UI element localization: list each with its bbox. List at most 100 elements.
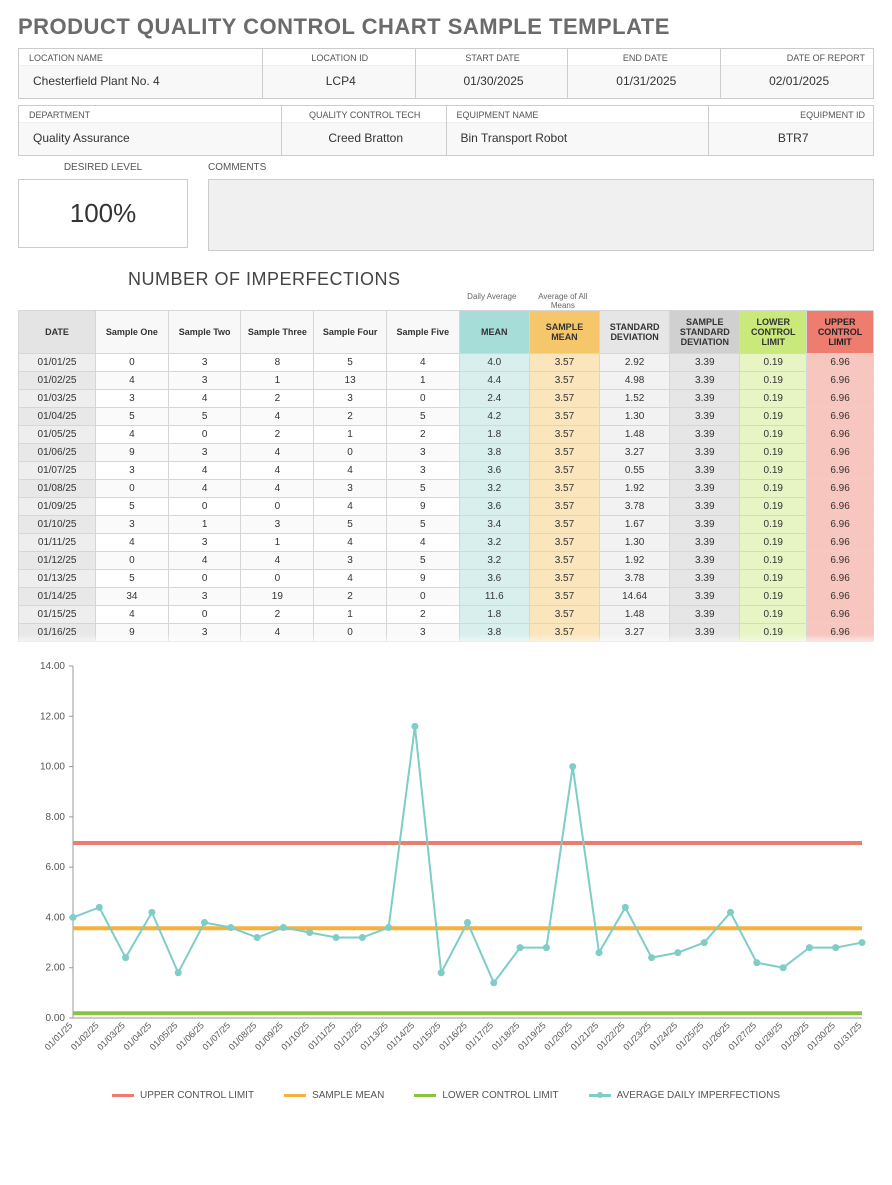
table-cell[interactable]: 2 — [314, 408, 387, 426]
table-cell[interactable]: 6.96 — [807, 462, 874, 480]
table-cell[interactable]: 19 — [241, 588, 314, 606]
table-cell[interactable]: 3.2 — [459, 552, 529, 570]
table-cell[interactable]: 2 — [241, 390, 314, 408]
table-cell[interactable]: 13 — [314, 372, 387, 390]
report-date-value[interactable]: 02/01/2025 — [721, 65, 873, 98]
table-cell[interactable]: 6.96 — [807, 408, 874, 426]
table-cell[interactable]: 6.96 — [807, 444, 874, 462]
table-cell[interactable]: 3.57 — [529, 606, 599, 624]
table-cell[interactable]: 0 — [168, 498, 241, 516]
table-cell[interactable]: 6.96 — [807, 516, 874, 534]
table-cell[interactable]: 01/14/25 — [19, 588, 96, 606]
table-cell[interactable]: 6.96 — [807, 606, 874, 624]
table-cell[interactable]: 3.39 — [670, 354, 740, 372]
table-cell[interactable]: 1.30 — [600, 534, 670, 552]
table-cell[interactable]: 3.39 — [670, 606, 740, 624]
table-cell[interactable]: 3 — [386, 462, 459, 480]
table-cell[interactable]: 1.48 — [600, 426, 670, 444]
table-cell[interactable]: 0.19 — [740, 408, 807, 426]
table-cell[interactable]: 3.27 — [600, 444, 670, 462]
table-cell[interactable]: 3.39 — [670, 462, 740, 480]
table-cell[interactable]: 3.57 — [529, 444, 599, 462]
table-cell[interactable]: 1 — [314, 606, 387, 624]
table-cell[interactable]: 3 — [168, 588, 241, 606]
dept-value[interactable]: Quality Assurance — [19, 122, 281, 155]
table-cell[interactable]: 3.57 — [529, 516, 599, 534]
table-cell[interactable]: 3 — [96, 516, 169, 534]
table-cell[interactable]: 0.19 — [740, 588, 807, 606]
table-cell[interactable]: 4 — [314, 462, 387, 480]
table-cell[interactable]: 14.64 — [600, 588, 670, 606]
table-cell[interactable]: 3.39 — [670, 480, 740, 498]
table-cell[interactable]: 4.4 — [459, 372, 529, 390]
table-cell[interactable]: 9 — [386, 498, 459, 516]
table-cell[interactable]: 3.57 — [529, 534, 599, 552]
table-cell[interactable]: 5 — [96, 498, 169, 516]
table-cell[interactable]: 1.92 — [600, 552, 670, 570]
table-cell[interactable]: 3 — [96, 390, 169, 408]
table-cell[interactable]: 5 — [386, 552, 459, 570]
table-cell[interactable]: 0 — [168, 426, 241, 444]
table-cell[interactable]: 3.39 — [670, 426, 740, 444]
table-cell[interactable]: 0 — [314, 444, 387, 462]
table-cell[interactable]: 4 — [314, 498, 387, 516]
table-cell[interactable]: 6.96 — [807, 534, 874, 552]
table-cell[interactable]: 3 — [314, 390, 387, 408]
table-cell[interactable]: 4 — [168, 552, 241, 570]
qct-value[interactable]: Creed Bratton — [282, 122, 446, 155]
table-cell[interactable]: 3 — [168, 354, 241, 372]
table-cell[interactable]: 4 — [168, 480, 241, 498]
table-cell[interactable]: 3.57 — [529, 588, 599, 606]
table-cell[interactable]: 01/11/25 — [19, 534, 96, 552]
table-cell[interactable]: 3.39 — [670, 588, 740, 606]
table-cell[interactable]: 01/09/25 — [19, 498, 96, 516]
table-cell[interactable]: 01/10/25 — [19, 516, 96, 534]
table-cell[interactable]: 3.57 — [529, 480, 599, 498]
table-cell[interactable]: 4 — [96, 426, 169, 444]
table-cell[interactable]: 5 — [314, 516, 387, 534]
table-cell[interactable]: 6.96 — [807, 480, 874, 498]
table-cell[interactable]: 3.39 — [670, 372, 740, 390]
table-cell[interactable]: 0.19 — [740, 534, 807, 552]
table-cell[interactable]: 1.92 — [600, 480, 670, 498]
table-cell[interactable]: 11.6 — [459, 588, 529, 606]
table-cell[interactable]: 3.39 — [670, 408, 740, 426]
table-cell[interactable]: 01/03/25 — [19, 390, 96, 408]
table-cell[interactable]: 3.39 — [670, 534, 740, 552]
desired-level-value[interactable]: 100% — [18, 179, 188, 248]
table-cell[interactable]: 1.8 — [459, 426, 529, 444]
table-cell[interactable]: 01/13/25 — [19, 570, 96, 588]
table-cell[interactable]: 01/12/25 — [19, 552, 96, 570]
table-cell[interactable]: 3.39 — [670, 498, 740, 516]
table-cell[interactable]: 0.19 — [740, 372, 807, 390]
table-cell[interactable]: 0 — [96, 354, 169, 372]
table-cell[interactable]: 6.96 — [807, 354, 874, 372]
loc-id-value[interactable]: LCP4 — [263, 65, 415, 98]
table-cell[interactable]: 3.57 — [529, 552, 599, 570]
table-cell[interactable]: 5 — [386, 516, 459, 534]
table-cell[interactable]: 01/02/25 — [19, 372, 96, 390]
table-cell[interactable]: 5 — [314, 354, 387, 372]
table-cell[interactable]: 4 — [168, 390, 241, 408]
table-cell[interactable]: 1.67 — [600, 516, 670, 534]
table-cell[interactable]: 5 — [386, 408, 459, 426]
table-cell[interactable]: 9 — [386, 570, 459, 588]
table-cell[interactable]: 3.39 — [670, 390, 740, 408]
table-cell[interactable]: 3 — [314, 552, 387, 570]
table-cell[interactable]: 1 — [241, 372, 314, 390]
table-cell[interactable]: 4 — [168, 462, 241, 480]
table-cell[interactable]: 3.57 — [529, 426, 599, 444]
table-cell[interactable]: 3.39 — [670, 444, 740, 462]
end-date-value[interactable]: 01/31/2025 — [568, 65, 720, 98]
table-cell[interactable]: 2 — [241, 426, 314, 444]
table-cell[interactable]: 0 — [386, 588, 459, 606]
table-cell[interactable]: 1.30 — [600, 408, 670, 426]
table-cell[interactable]: 3.6 — [459, 462, 529, 480]
table-cell[interactable]: 0.19 — [740, 354, 807, 372]
table-cell[interactable]: 2 — [241, 606, 314, 624]
table-cell[interactable]: 01/06/25 — [19, 444, 96, 462]
table-cell[interactable]: 0 — [96, 480, 169, 498]
table-cell[interactable]: 0.19 — [740, 390, 807, 408]
table-cell[interactable]: 3.39 — [670, 552, 740, 570]
table-cell[interactable]: 01/01/25 — [19, 354, 96, 372]
